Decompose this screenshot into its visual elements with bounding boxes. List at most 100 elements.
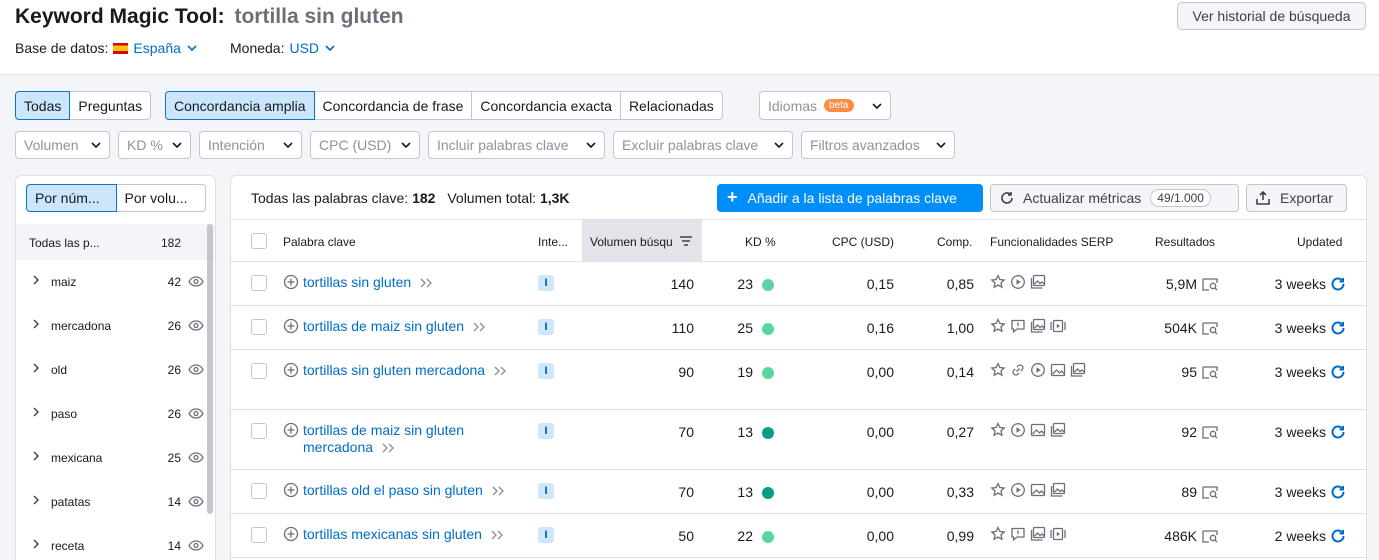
row-checkbox[interactable] [251, 319, 267, 335]
sort-by-number-button[interactable]: Por núm... [26, 184, 117, 212]
serp-preview-icon[interactable] [1202, 322, 1218, 335]
volume-filter[interactable]: Volumen [15, 131, 110, 159]
double-chevron-right-icon[interactable] [494, 366, 507, 376]
serp-preview-icon[interactable] [1202, 530, 1218, 543]
serp-preview-icon[interactable] [1202, 426, 1218, 439]
row-checkbox[interactable] [251, 483, 267, 499]
col-keyword[interactable]: Palabra clave [283, 235, 356, 249]
add-keyword-icon[interactable] [283, 274, 299, 290]
serp-features[interactable] [990, 526, 1066, 542]
refresh-icon[interactable] [1330, 320, 1346, 336]
add-keyword-icon[interactable] [283, 422, 299, 438]
include-keywords-filter[interactable]: Incluir palabras clave [428, 131, 605, 159]
database-value[interactable]: España [133, 40, 180, 56]
double-chevron-right-icon[interactable] [473, 322, 486, 332]
sort-descending-icon[interactable] [680, 236, 692, 246]
double-chevron-right-icon[interactable] [382, 443, 395, 453]
tab-phrase-match[interactable]: Concordancia de frase [313, 91, 473, 120]
sidebar-group-paso[interactable]: paso 26 [16, 392, 215, 436]
row-checkbox[interactable] [251, 363, 267, 379]
add-keyword-icon[interactable] [283, 482, 299, 498]
keyword-link[interactable]: tortillas mexicanas sin gluten [303, 526, 482, 542]
col-serp-features[interactable]: Funcionalidades SERP [990, 235, 1113, 249]
serp-features[interactable] [990, 482, 1066, 498]
update-metrics-button[interactable]: Actualizar métricas 49/1.000 [990, 184, 1239, 212]
add-keyword-icon[interactable] [283, 318, 299, 334]
eye-icon[interactable] [188, 540, 204, 551]
eye-icon[interactable] [188, 496, 204, 507]
database-selector[interactable]: Base de datos: España [15, 40, 197, 56]
chevron-right-icon[interactable] [33, 363, 39, 373]
languages-dropdown[interactable]: Idiomas beta [759, 91, 891, 120]
intent-badge[interactable]: I [538, 527, 554, 543]
add-to-keyword-list-button[interactable]: + Añadir a la lista de palabras clave [717, 184, 983, 212]
intent-badge[interactable]: I [538, 319, 554, 335]
col-competition[interactable]: Comp. [937, 235, 972, 249]
eye-icon[interactable] [188, 452, 204, 463]
refresh-icon[interactable] [1330, 484, 1346, 500]
exclude-keywords-filter[interactable]: Excluir palabras clave [613, 131, 793, 159]
keyword-link[interactable]: tortillas old el paso sin gluten [303, 482, 483, 498]
col-updated[interactable]: Updated [1297, 235, 1342, 249]
tab-broad-match[interactable]: Concordancia amplia [165, 91, 315, 120]
refresh-icon[interactable] [1330, 364, 1346, 380]
refresh-icon[interactable] [1330, 276, 1346, 292]
row-checkbox[interactable] [251, 275, 267, 291]
eye-icon[interactable] [188, 364, 204, 375]
serp-features[interactable] [990, 422, 1066, 438]
sidebar-group-patatas[interactable]: patatas 14 [16, 480, 215, 524]
cpc-filter[interactable]: CPC (USD) [310, 131, 420, 159]
col-results[interactable]: Resultados [1155, 235, 1215, 249]
serp-preview-icon[interactable] [1202, 486, 1218, 499]
serp-preview-icon[interactable] [1202, 278, 1218, 291]
advanced-filters[interactable]: Filtros avanzados [801, 131, 955, 159]
row-checkbox[interactable] [251, 423, 267, 439]
intent-filter[interactable]: Intención [199, 131, 302, 159]
serp-features[interactable] [990, 274, 1046, 290]
sidebar-group-receta[interactable]: receta 14 [16, 524, 215, 560]
add-keyword-icon[interactable] [283, 526, 299, 542]
chevron-right-icon[interactable] [33, 407, 39, 417]
refresh-icon[interactable] [1330, 424, 1346, 440]
keyword-link[interactable]: tortillas sin gluten mercadona [303, 362, 485, 378]
sort-by-volume-button[interactable]: Por volu... [116, 184, 206, 212]
export-button[interactable]: Exportar [1246, 184, 1347, 212]
chevron-right-icon[interactable] [33, 451, 39, 461]
eye-icon[interactable] [188, 276, 204, 287]
chevron-right-icon[interactable] [33, 495, 39, 505]
tab-related[interactable]: Relacionadas [619, 91, 723, 120]
keyword-link[interactable]: tortillas de maiz sin gluten [303, 318, 464, 334]
serp-features[interactable] [990, 362, 1086, 378]
col-volume[interactable]: Volumen búsqu [590, 235, 680, 249]
eye-icon[interactable] [188, 408, 204, 419]
sidebar-group-maiz[interactable]: maiz 42 [16, 260, 215, 304]
col-kd[interactable]: KD % [745, 235, 776, 249]
serp-preview-icon[interactable] [1202, 366, 1218, 379]
sidebar-group-mercadona[interactable]: mercadona 26 [16, 304, 215, 348]
col-intent[interactable]: Inte... [538, 235, 568, 249]
double-chevron-right-icon[interactable] [420, 278, 433, 288]
search-history-button[interactable]: Ver historial de búsqueda [1177, 2, 1366, 30]
serp-features[interactable] [990, 318, 1066, 334]
sidebar-group-old[interactable]: old 26 [16, 348, 215, 392]
eye-icon[interactable] [188, 320, 204, 331]
col-cpc[interactable]: CPC (USD) [832, 235, 894, 249]
all-groups-row[interactable]: Todas las p... 182 [16, 224, 215, 260]
chevron-right-icon[interactable] [33, 275, 39, 285]
intent-badge[interactable]: I [538, 483, 554, 499]
tab-questions[interactable]: Preguntas [69, 91, 152, 120]
keyword-link[interactable]: tortillas sin gluten [303, 274, 411, 290]
chevron-right-icon[interactable] [33, 319, 39, 329]
add-keyword-icon[interactable] [283, 362, 299, 378]
double-chevron-right-icon[interactable] [492, 486, 505, 496]
sidebar-scrollbar[interactable] [207, 224, 213, 514]
select-all-checkbox[interactable] [251, 233, 267, 249]
kd-filter[interactable]: KD % [118, 131, 191, 159]
intent-badge[interactable]: I [538, 423, 554, 439]
double-chevron-right-icon[interactable] [491, 530, 504, 540]
chevron-right-icon[interactable] [33, 539, 39, 549]
intent-badge[interactable]: I [538, 363, 554, 379]
currency-selector[interactable]: Moneda: USD [230, 40, 335, 56]
row-checkbox[interactable] [251, 527, 267, 543]
refresh-icon[interactable] [1330, 528, 1346, 544]
